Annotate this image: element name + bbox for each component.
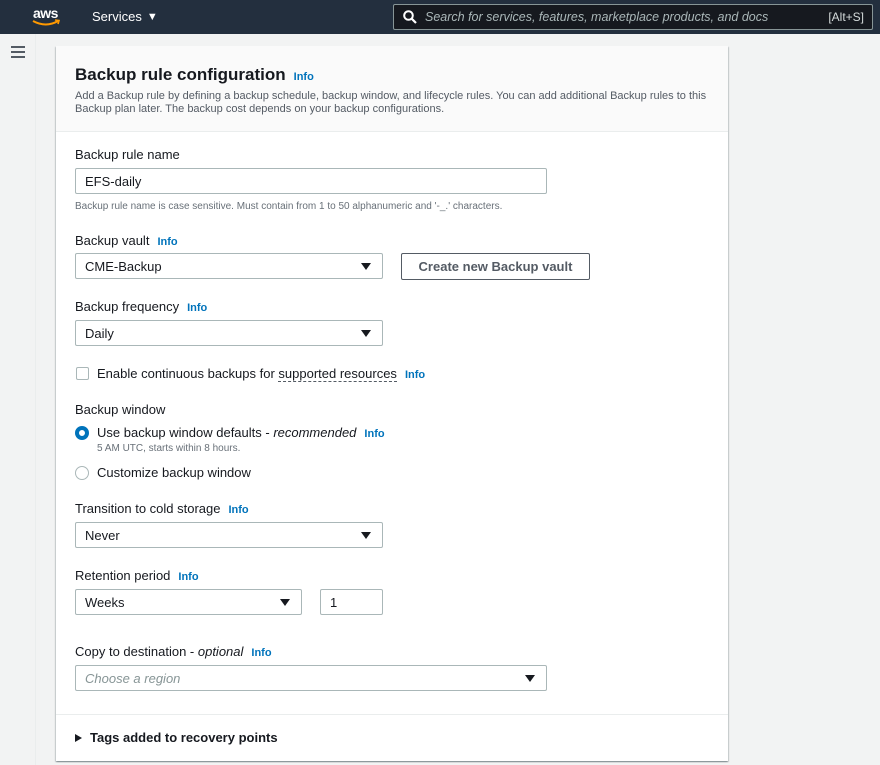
panel-description: Add a Backup rule by defining a backup s… [75, 90, 707, 115]
panel-title-row: Backup rule configuration Info [75, 65, 709, 85]
rule-name-input[interactable]: EFS-daily [75, 168, 547, 194]
window-defaults-hint: 5 AM UTC, starts within 8 hours. [97, 443, 241, 454]
rule-name-label: Backup rule name [75, 147, 180, 162]
retention-unit-value: Weeks [85, 594, 125, 610]
chevron-down-icon [361, 263, 371, 270]
search-shortcut: [Alt+S] [828, 10, 864, 24]
cold-storage-label: Transition to cold storage Info [75, 501, 249, 516]
retention-value-input[interactable]: 1 [320, 589, 383, 615]
tags-expander[interactable]: Tags added to recovery points [75, 730, 278, 745]
frequency-label: Backup frequency Info [75, 299, 208, 314]
caret-right-icon [75, 733, 82, 742]
create-vault-button[interactable]: Create new Backup vault [401, 253, 590, 280]
copy-destination-info-link[interactable]: Info [251, 647, 271, 659]
rule-name-hint: Backup rule name is case sensitive. Must… [75, 201, 503, 212]
services-label: Services [92, 9, 142, 24]
search-icon [403, 10, 417, 24]
chevron-down-icon [525, 675, 535, 682]
panel-header: Backup rule configuration Info Add a Bac… [56, 46, 728, 132]
window-info-link[interactable]: Info [364, 428, 384, 440]
search-bar[interactable]: [Alt+S] [393, 4, 873, 30]
aws-smile-icon [32, 19, 61, 26]
services-caret-icon: ▼ [146, 10, 158, 23]
left-rail [0, 34, 36, 765]
chevron-down-icon [361, 532, 371, 539]
cold-storage-selected-value: Never [85, 527, 120, 543]
frequency-info-link[interactable]: Info [187, 302, 207, 314]
retention-label: Retention period Info [75, 568, 199, 583]
window-customize-label: Customize backup window [97, 465, 251, 480]
frequency-select[interactable]: Daily [75, 320, 383, 346]
continuous-backup-label: Enable continuous backups for supported … [97, 366, 426, 382]
tags-label: Tags added to recovery points [90, 730, 278, 745]
vault-select[interactable]: CME-Backup [75, 253, 383, 279]
continuous-backup-checkbox[interactable] [76, 367, 89, 380]
copy-destination-label: Copy to destination - optional Info [75, 644, 272, 659]
top-navigation: aws Services ▼ [Alt+S] [0, 0, 880, 34]
supported-resources-link[interactable]: supported resources [278, 366, 397, 382]
vault-label: Backup vault Info [75, 233, 178, 248]
menu-icon[interactable] [11, 46, 25, 58]
continuous-info-link[interactable]: Info [405, 369, 425, 381]
window-defaults-label: Use backup window defaults - recommended… [97, 425, 385, 440]
window-label: Backup window [75, 402, 166, 417]
backup-rule-configuration-panel: Backup rule configuration Info Add a Bac… [56, 46, 728, 761]
search-input[interactable] [425, 10, 829, 24]
cold-storage-info-link[interactable]: Info [228, 504, 248, 516]
services-menu[interactable]: Services ▼ [92, 9, 158, 24]
vault-selected-value: CME-Backup [85, 258, 162, 274]
frequency-selected-value: Daily [85, 325, 114, 341]
cold-storage-select[interactable]: Never [75, 522, 383, 548]
window-defaults-radio[interactable] [75, 426, 89, 440]
copy-destination-select[interactable]: Choose a region [75, 665, 547, 691]
vault-info-link[interactable]: Info [157, 236, 177, 248]
retention-info-link[interactable]: Info [178, 571, 198, 583]
panel-title: Backup rule configuration [75, 65, 286, 84]
aws-logo[interactable]: aws [32, 3, 62, 31]
section-divider [56, 714, 728, 715]
retention-unit-select[interactable]: Weeks [75, 589, 302, 615]
panel-info-link[interactable]: Info [294, 71, 314, 83]
chevron-down-icon [280, 599, 290, 606]
window-customize-radio[interactable] [75, 466, 89, 480]
copy-destination-placeholder: Choose a region [85, 670, 181, 686]
chevron-down-icon [361, 330, 371, 337]
